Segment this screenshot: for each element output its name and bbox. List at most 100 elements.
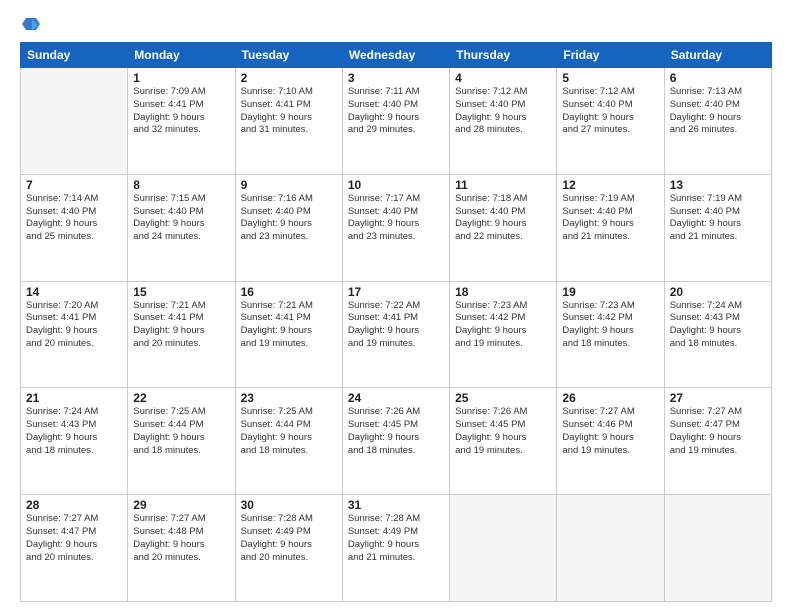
calendar-cell: 5Sunrise: 7:12 AMSunset: 4:40 PMDaylight… <box>557 68 664 175</box>
calendar-cell: 30Sunrise: 7:28 AMSunset: 4:49 PMDayligh… <box>235 495 342 602</box>
day-number: 9 <box>241 178 337 192</box>
calendar-cell: 10Sunrise: 7:17 AMSunset: 4:40 PMDayligh… <box>342 174 449 281</box>
day-info: Sunrise: 7:21 AMSunset: 4:41 PMDaylight:… <box>241 300 337 351</box>
day-number: 4 <box>455 71 551 85</box>
calendar-cell: 17Sunrise: 7:22 AMSunset: 4:41 PMDayligh… <box>342 281 449 388</box>
day-number: 2 <box>241 71 337 85</box>
calendar-cell: 3Sunrise: 7:11 AMSunset: 4:40 PMDaylight… <box>342 68 449 175</box>
day-info: Sunrise: 7:19 AMSunset: 4:40 PMDaylight:… <box>562 193 658 244</box>
day-number: 6 <box>670 71 766 85</box>
day-info: Sunrise: 7:12 AMSunset: 4:40 PMDaylight:… <box>455 86 551 137</box>
day-number: 19 <box>562 285 658 299</box>
calendar-header-wednesday: Wednesday <box>342 43 449 68</box>
day-number: 30 <box>241 498 337 512</box>
day-info: Sunrise: 7:15 AMSunset: 4:40 PMDaylight:… <box>133 193 229 244</box>
calendar-cell: 24Sunrise: 7:26 AMSunset: 4:45 PMDayligh… <box>342 388 449 495</box>
day-number: 15 <box>133 285 229 299</box>
day-number: 17 <box>348 285 444 299</box>
page: SundayMondayTuesdayWednesdayThursdayFrid… <box>0 0 792 612</box>
day-number: 11 <box>455 178 551 192</box>
calendar-cell: 12Sunrise: 7:19 AMSunset: 4:40 PMDayligh… <box>557 174 664 281</box>
day-info: Sunrise: 7:28 AMSunset: 4:49 PMDaylight:… <box>348 513 444 564</box>
day-number: 24 <box>348 391 444 405</box>
calendar-cell <box>557 495 664 602</box>
day-number: 14 <box>26 285 122 299</box>
day-number: 18 <box>455 285 551 299</box>
day-number: 22 <box>133 391 229 405</box>
calendar-cell: 15Sunrise: 7:21 AMSunset: 4:41 PMDayligh… <box>128 281 235 388</box>
day-info: Sunrise: 7:09 AMSunset: 4:41 PMDaylight:… <box>133 86 229 137</box>
day-info: Sunrise: 7:27 AMSunset: 4:47 PMDaylight:… <box>26 513 122 564</box>
logo <box>20 16 40 34</box>
calendar-cell <box>21 68 128 175</box>
day-info: Sunrise: 7:24 AMSunset: 4:43 PMDaylight:… <box>670 300 766 351</box>
day-info: Sunrise: 7:17 AMSunset: 4:40 PMDaylight:… <box>348 193 444 244</box>
day-number: 16 <box>241 285 337 299</box>
day-info: Sunrise: 7:19 AMSunset: 4:40 PMDaylight:… <box>670 193 766 244</box>
calendar-cell: 22Sunrise: 7:25 AMSunset: 4:44 PMDayligh… <box>128 388 235 495</box>
day-number: 21 <box>26 391 122 405</box>
day-info: Sunrise: 7:12 AMSunset: 4:40 PMDaylight:… <box>562 86 658 137</box>
calendar-cell: 18Sunrise: 7:23 AMSunset: 4:42 PMDayligh… <box>450 281 557 388</box>
day-info: Sunrise: 7:22 AMSunset: 4:41 PMDaylight:… <box>348 300 444 351</box>
calendar-cell: 11Sunrise: 7:18 AMSunset: 4:40 PMDayligh… <box>450 174 557 281</box>
calendar-week-4: 28Sunrise: 7:27 AMSunset: 4:47 PMDayligh… <box>21 495 772 602</box>
calendar-header-row: SundayMondayTuesdayWednesdayThursdayFrid… <box>21 43 772 68</box>
day-info: Sunrise: 7:18 AMSunset: 4:40 PMDaylight:… <box>455 193 551 244</box>
day-number: 20 <box>670 285 766 299</box>
calendar-cell: 27Sunrise: 7:27 AMSunset: 4:47 PMDayligh… <box>664 388 771 495</box>
day-number: 29 <box>133 498 229 512</box>
day-info: Sunrise: 7:20 AMSunset: 4:41 PMDaylight:… <box>26 300 122 351</box>
day-number: 7 <box>26 178 122 192</box>
calendar-week-0: 1Sunrise: 7:09 AMSunset: 4:41 PMDaylight… <box>21 68 772 175</box>
calendar-week-2: 14Sunrise: 7:20 AMSunset: 4:41 PMDayligh… <box>21 281 772 388</box>
day-number: 8 <box>133 178 229 192</box>
day-info: Sunrise: 7:13 AMSunset: 4:40 PMDaylight:… <box>670 86 766 137</box>
day-info: Sunrise: 7:24 AMSunset: 4:43 PMDaylight:… <box>26 406 122 457</box>
calendar-cell: 1Sunrise: 7:09 AMSunset: 4:41 PMDaylight… <box>128 68 235 175</box>
day-info: Sunrise: 7:26 AMSunset: 4:45 PMDaylight:… <box>348 406 444 457</box>
calendar-cell: 26Sunrise: 7:27 AMSunset: 4:46 PMDayligh… <box>557 388 664 495</box>
header <box>20 16 772 34</box>
calendar-table: SundayMondayTuesdayWednesdayThursdayFrid… <box>20 42 772 602</box>
calendar-cell: 29Sunrise: 7:27 AMSunset: 4:48 PMDayligh… <box>128 495 235 602</box>
calendar-header-friday: Friday <box>557 43 664 68</box>
day-info: Sunrise: 7:23 AMSunset: 4:42 PMDaylight:… <box>562 300 658 351</box>
day-info: Sunrise: 7:16 AMSunset: 4:40 PMDaylight:… <box>241 193 337 244</box>
day-number: 25 <box>455 391 551 405</box>
day-info: Sunrise: 7:27 AMSunset: 4:48 PMDaylight:… <box>133 513 229 564</box>
calendar-cell: 23Sunrise: 7:25 AMSunset: 4:44 PMDayligh… <box>235 388 342 495</box>
calendar-cell: 19Sunrise: 7:23 AMSunset: 4:42 PMDayligh… <box>557 281 664 388</box>
calendar-header-saturday: Saturday <box>664 43 771 68</box>
day-info: Sunrise: 7:11 AMSunset: 4:40 PMDaylight:… <box>348 86 444 137</box>
day-info: Sunrise: 7:25 AMSunset: 4:44 PMDaylight:… <box>241 406 337 457</box>
calendar-cell: 4Sunrise: 7:12 AMSunset: 4:40 PMDaylight… <box>450 68 557 175</box>
calendar-cell <box>664 495 771 602</box>
day-info: Sunrise: 7:26 AMSunset: 4:45 PMDaylight:… <box>455 406 551 457</box>
calendar-cell: 9Sunrise: 7:16 AMSunset: 4:40 PMDaylight… <box>235 174 342 281</box>
logo-icon <box>22 16 40 34</box>
day-number: 10 <box>348 178 444 192</box>
day-number: 23 <box>241 391 337 405</box>
calendar-cell: 16Sunrise: 7:21 AMSunset: 4:41 PMDayligh… <box>235 281 342 388</box>
calendar-cell: 8Sunrise: 7:15 AMSunset: 4:40 PMDaylight… <box>128 174 235 281</box>
day-number: 31 <box>348 498 444 512</box>
calendar-cell: 25Sunrise: 7:26 AMSunset: 4:45 PMDayligh… <box>450 388 557 495</box>
calendar-cell <box>450 495 557 602</box>
day-info: Sunrise: 7:25 AMSunset: 4:44 PMDaylight:… <box>133 406 229 457</box>
day-info: Sunrise: 7:23 AMSunset: 4:42 PMDaylight:… <box>455 300 551 351</box>
calendar-week-3: 21Sunrise: 7:24 AMSunset: 4:43 PMDayligh… <box>21 388 772 495</box>
calendar-cell: 14Sunrise: 7:20 AMSunset: 4:41 PMDayligh… <box>21 281 128 388</box>
calendar-cell: 2Sunrise: 7:10 AMSunset: 4:41 PMDaylight… <box>235 68 342 175</box>
day-info: Sunrise: 7:21 AMSunset: 4:41 PMDaylight:… <box>133 300 229 351</box>
day-number: 26 <box>562 391 658 405</box>
calendar-header-monday: Monday <box>128 43 235 68</box>
calendar-cell: 7Sunrise: 7:14 AMSunset: 4:40 PMDaylight… <box>21 174 128 281</box>
calendar-cell: 21Sunrise: 7:24 AMSunset: 4:43 PMDayligh… <box>21 388 128 495</box>
day-info: Sunrise: 7:14 AMSunset: 4:40 PMDaylight:… <box>26 193 122 244</box>
calendar-header-thursday: Thursday <box>450 43 557 68</box>
day-info: Sunrise: 7:27 AMSunset: 4:46 PMDaylight:… <box>562 406 658 457</box>
day-number: 5 <box>562 71 658 85</box>
calendar-cell: 13Sunrise: 7:19 AMSunset: 4:40 PMDayligh… <box>664 174 771 281</box>
day-number: 28 <box>26 498 122 512</box>
